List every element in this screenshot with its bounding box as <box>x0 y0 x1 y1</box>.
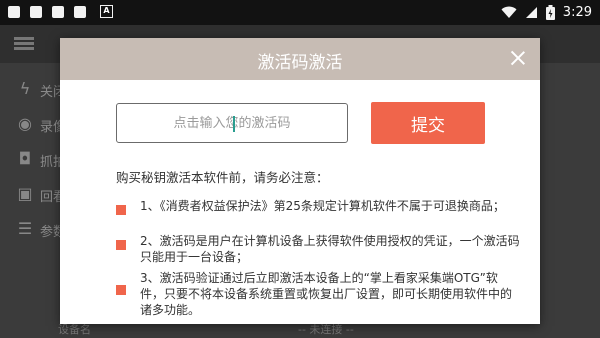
menu-icon[interactable] <box>14 37 34 51</box>
clock: 3:29 <box>562 5 592 20</box>
dialog-title: 激活码激活 <box>257 53 343 73</box>
notification-icon <box>52 6 64 18</box>
notice-text: 1、《消费者权益保护法》第25条规定计算机软件不属于可退换商品； <box>140 199 505 213</box>
notification-icon <box>74 6 86 18</box>
close-icon[interactable] <box>510 50 526 66</box>
bullet-square <box>116 285 126 295</box>
side-menu: ϟ 关闭 ◉ 录像 ◘ 抓拍 ▣ 回看 ☰ 参数 <box>0 72 66 247</box>
notice-text: 2、激活码是用户在计算机设备上获得软件使用授权的凭证，一个激活码只能用于一台设备… <box>140 234 520 264</box>
activation-code-input[interactable] <box>116 103 348 143</box>
notice-title: 购买秘钥激活本软件前，请务必注意： <box>116 170 329 185</box>
signal-icon <box>525 7 537 18</box>
menu-item-snapshot[interactable]: ◘ 抓拍 <box>0 142 66 177</box>
menu-item-playback[interactable]: ▣ 回看 <box>0 177 66 212</box>
dialog-header: 激活码激活 <box>60 38 540 80</box>
text-caret <box>233 116 235 132</box>
notification-icon <box>8 6 20 18</box>
lightning-icon: ϟ <box>19 79 31 98</box>
menu-item-close[interactable]: ϟ 关闭 <box>0 72 66 107</box>
font-a-icon: A <box>100 5 113 18</box>
bullet-square <box>116 240 126 250</box>
wifi-icon <box>501 6 517 18</box>
notice-text: 3、激活码验证通过后立即激活本设备上的“掌上看家采集端OTG”软件，只要不将本设… <box>140 271 513 317</box>
menu-item-record[interactable]: ◉ 录像 <box>0 107 66 142</box>
status-bar: A 3:29 <box>0 0 600 25</box>
playback-icon: ▣ <box>17 184 33 203</box>
bullet-square <box>116 205 126 215</box>
notification-icon <box>30 6 42 18</box>
submit-button[interactable]: 提交 <box>371 102 485 144</box>
battery-icon <box>545 5 555 20</box>
settings-sliders-icon: ☰ <box>17 219 33 238</box>
camera-icon: ◘ <box>18 149 32 168</box>
menu-item-settings[interactable]: ☰ 参数 <box>0 212 66 247</box>
activation-dialog: 激活码激活 提交 购买秘钥激活本软件前，请务必注意： 1、《消费者权益保护法》第… <box>60 38 540 324</box>
record-icon: ◉ <box>18 114 32 133</box>
